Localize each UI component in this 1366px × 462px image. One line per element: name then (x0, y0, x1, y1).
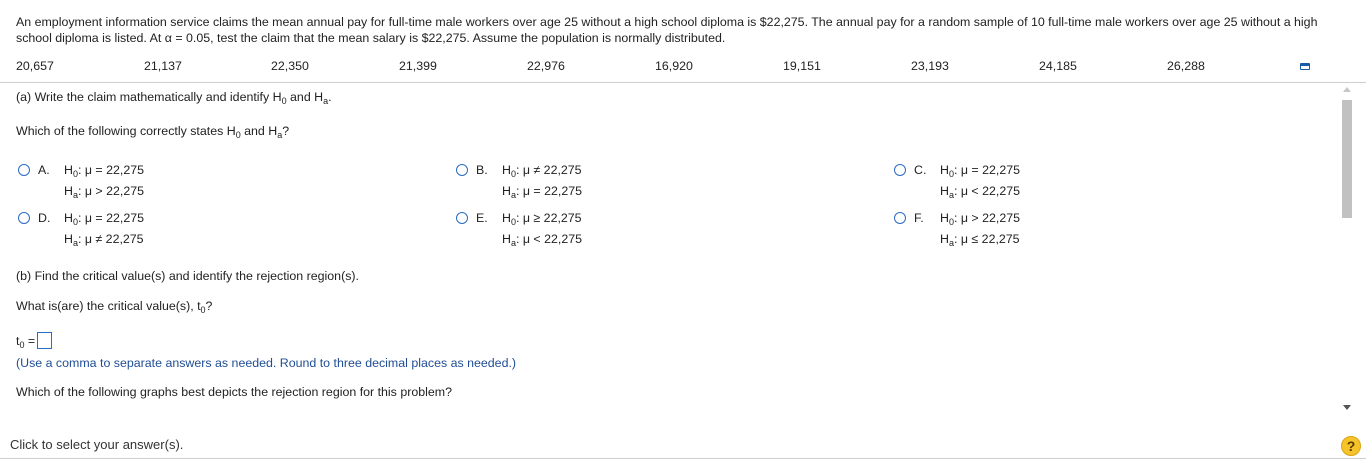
option-letter: F. (914, 211, 924, 225)
alternative-hypothesis: Ha: μ = 22,275 (502, 184, 583, 200)
part-b-prompt: (b) Find the critical value(s) and ident… (16, 269, 359, 283)
null-hypothesis: H0: μ = 22,275 (64, 211, 145, 227)
alternative-hypothesis: Ha: μ > 22,275 (64, 184, 145, 200)
data-value: 23,193 (911, 59, 949, 73)
option-letter: C. (914, 163, 927, 177)
null-hypothesis: H0: μ ≥ 22,275 (502, 211, 582, 227)
option-letter: B. (476, 163, 488, 177)
scroll-down-arrow-icon[interactable] (1343, 405, 1351, 410)
data-value: 26,288 (1167, 59, 1205, 73)
critical-value-answer: t0 = (16, 332, 53, 350)
popout-window-icon[interactable] (1300, 63, 1310, 70)
null-hypothesis: H0: μ = 22,275 (64, 163, 145, 179)
part-b-question: What is(are) the critical value(s), t0? (16, 299, 213, 315)
alternative-hypothesis: Ha: μ ≠ 22,275 (64, 232, 144, 248)
alternative-hypothesis: Ha: μ ≤ 22,275 (940, 232, 1020, 248)
problem-statement: An employment information service claims… (16, 15, 1318, 45)
footer-instruction: Click to select your answer(s). (10, 437, 184, 452)
option-f[interactable]: F. H0: μ > 22,275 Ha: μ ≤ 22,275 (894, 208, 1094, 250)
data-values-row: 20,657 21,137 22,350 21,399 22,976 16,92… (0, 59, 1366, 75)
radio-button[interactable] (894, 164, 906, 176)
scroll-up-arrow-icon[interactable] (1343, 87, 1351, 92)
scrollbar-thumb[interactable] (1342, 100, 1352, 218)
null-hypothesis: H0: μ ≠ 22,275 (502, 163, 582, 179)
data-value: 22,976 (527, 59, 565, 73)
option-a[interactable]: A. H0: μ = 22,275 Ha: μ > 22,275 (18, 160, 218, 202)
option-d[interactable]: D. H0: μ = 22,275 Ha: μ ≠ 22,275 (18, 208, 218, 250)
alternative-hypothesis: Ha: μ < 22,275 (502, 232, 583, 248)
help-icon[interactable]: ? (1341, 436, 1361, 456)
data-value: 21,137 (144, 59, 182, 73)
vertical-scrollbar[interactable] (1340, 83, 1354, 417)
radio-button[interactable] (456, 164, 468, 176)
data-value: 16,920 (655, 59, 693, 73)
radio-button[interactable] (456, 212, 468, 224)
graph-question: Which of the following graphs best depic… (16, 385, 452, 399)
data-value: 24,185 (1039, 59, 1077, 73)
answer-instructions: (Use a comma to separate answers as need… (16, 356, 517, 370)
data-value: 20,657 (16, 59, 54, 73)
option-b[interactable]: B. H0: μ ≠ 22,275 Ha: μ = 22,275 (456, 160, 656, 202)
radio-button[interactable] (18, 164, 30, 176)
alternative-hypothesis: Ha: μ < 22,275 (940, 184, 1021, 200)
part-a-prompt: (a) Write the claim mathematically and i… (16, 90, 332, 106)
option-c[interactable]: C. H0: μ = 22,275 Ha: μ < 22,275 (894, 160, 1094, 202)
footer-divider (0, 458, 1366, 459)
option-letter: A. (38, 163, 50, 177)
question-content: (a) Write the claim mathematically and i… (16, 83, 1336, 433)
option-e[interactable]: E. H0: μ ≥ 22,275 Ha: μ < 22,275 (456, 208, 656, 250)
data-value: 22,350 (271, 59, 309, 73)
option-letter: D. (38, 211, 51, 225)
part-a-question: Which of the following correctly states … (16, 124, 290, 140)
null-hypothesis: H0: μ > 22,275 (940, 211, 1021, 227)
null-hypothesis: H0: μ = 22,275 (940, 163, 1021, 179)
radio-button[interactable] (894, 212, 906, 224)
option-letter: E. (476, 211, 488, 225)
data-value: 19,151 (783, 59, 821, 73)
data-value: 21,399 (399, 59, 437, 73)
radio-button[interactable] (18, 212, 30, 224)
critical-value-input[interactable] (37, 332, 53, 349)
